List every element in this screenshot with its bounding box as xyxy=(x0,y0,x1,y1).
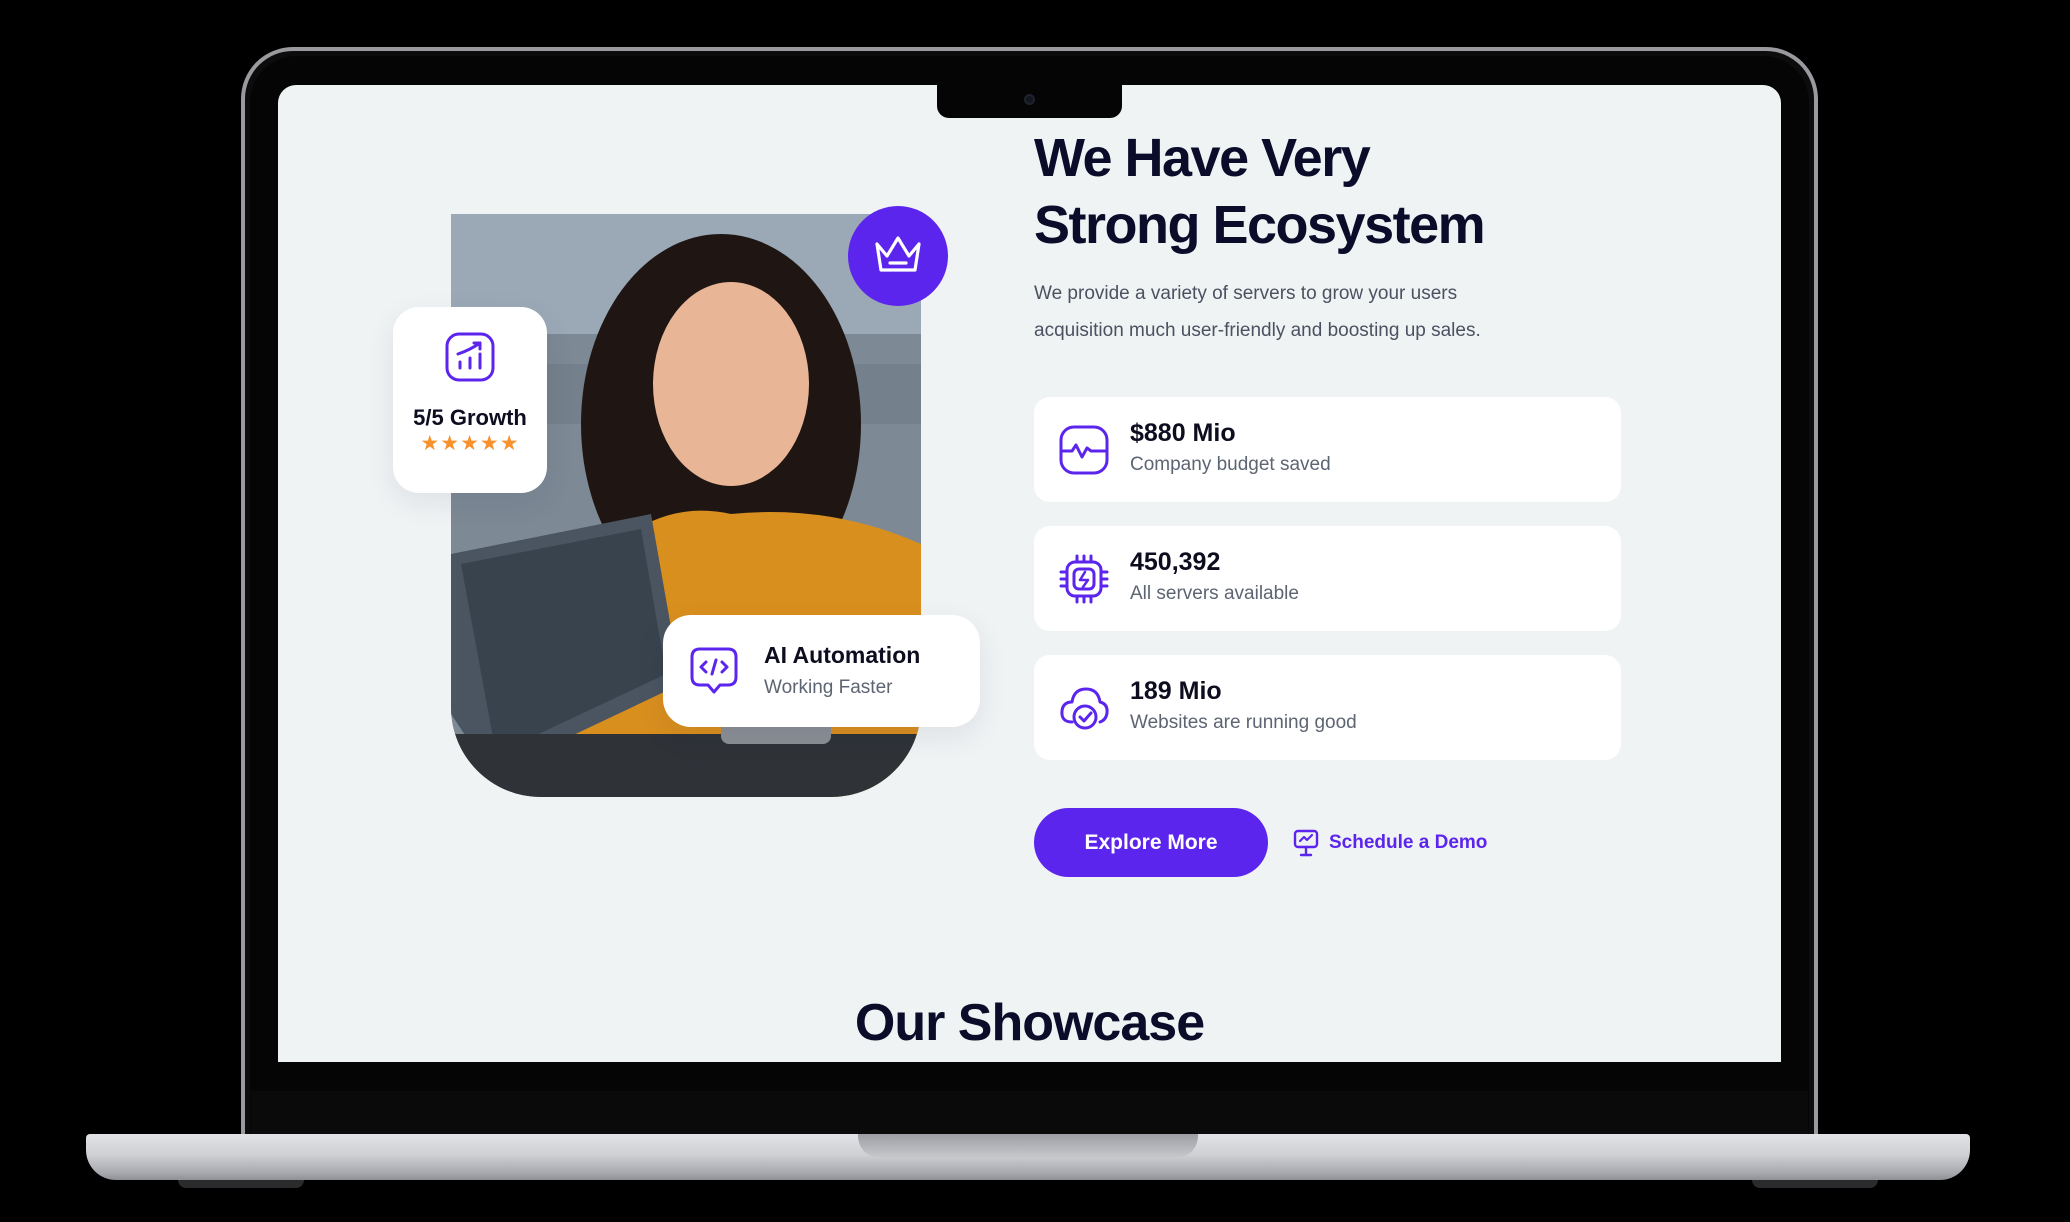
ai-card-title: AI Automation xyxy=(764,642,921,668)
title-line-2: Strong Ecosystem xyxy=(1034,195,1486,255)
cloud-check-icon xyxy=(1060,687,1109,730)
chart-up-icon xyxy=(445,332,495,382)
camera-icon xyxy=(1024,94,1035,105)
page-title: We Have Very Strong Ecosystem xyxy=(1034,125,1634,259)
presentation-icon xyxy=(1293,829,1319,857)
schedule-demo-link[interactable]: Schedule a Demo xyxy=(1291,826,1487,860)
rating-stars: ★★★★★ xyxy=(420,431,520,455)
code-chat-icon xyxy=(690,647,738,694)
laptop-foot-left xyxy=(178,1180,304,1188)
stat-value: 450,392 xyxy=(1130,548,1221,576)
growth-title: 5/5 Growth xyxy=(413,405,527,430)
pulse-monitor-icon xyxy=(1059,425,1109,475)
stat-label: All servers available xyxy=(1130,583,1299,604)
lead-line-1: We provide a variety of servers to grow … xyxy=(1034,283,1458,304)
stat-card-servers: 450,392 All servers available xyxy=(1034,526,1621,631)
lead-paragraph: We provide a variety of servers to grow … xyxy=(1034,275,1594,349)
base-opening xyxy=(858,1134,1198,1158)
crown-badge xyxy=(848,206,948,306)
ai-automation-card: AI Automation Working Faster xyxy=(663,615,980,727)
laptop-chin xyxy=(251,1091,1808,1134)
stat-label: Company budget saved xyxy=(1130,454,1331,475)
ai-card-subtitle: Working Faster xyxy=(764,677,893,698)
stat-card-websites: 189 Mio Websites are running good xyxy=(1034,655,1621,760)
camera-notch xyxy=(937,85,1122,118)
title-line-1: We Have Very xyxy=(1034,128,1371,188)
explore-more-button[interactable]: Explore More xyxy=(1034,808,1268,877)
lead-line-2: acquisition much user-friendly and boost… xyxy=(1034,320,1481,341)
laptop-base xyxy=(86,1134,1970,1180)
stat-value: 189 Mio xyxy=(1130,677,1222,705)
showcase-heading: Our Showcase xyxy=(854,994,1205,1052)
laptop-foot-right xyxy=(1752,1180,1878,1188)
crown-icon xyxy=(875,236,921,272)
schedule-demo-label: Schedule a Demo xyxy=(1329,832,1488,853)
growth-card: 5/5 Growth ★★★★★ xyxy=(393,307,547,493)
stat-label: Websites are running good xyxy=(1130,712,1357,733)
stat-value: $880 Mio xyxy=(1130,419,1236,447)
webpage-screen: 5/5 Growth ★★★★★ AI Automation Working F… xyxy=(278,85,1781,1062)
chip-icon xyxy=(1059,554,1109,604)
stat-card-budget: $880 Mio Company budget saved xyxy=(1034,397,1621,502)
